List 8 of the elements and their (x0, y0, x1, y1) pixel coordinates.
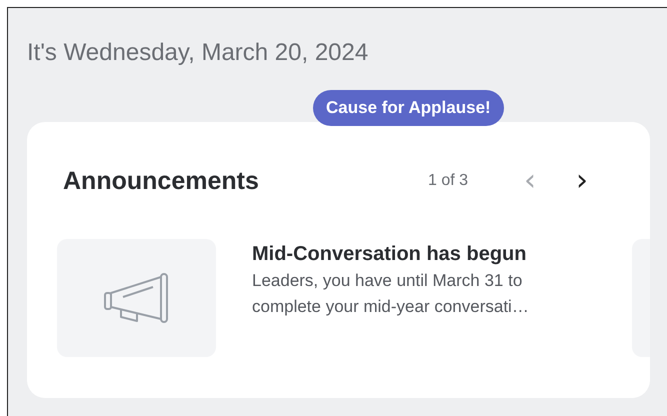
card-title: Announcements (63, 166, 260, 196)
date-heading: It's Wednesday, March 20, 2024 (27, 38, 370, 68)
megaphone-icon (102, 271, 170, 325)
next-button[interactable]: › (568, 166, 596, 196)
announcement-title[interactable]: Mid-Conversation has begun (252, 243, 596, 266)
announcement-text: Leaders, you have until March 31 to complete your mid-year conversati… (252, 270, 530, 318)
applause-badge[interactable]: Cause for Applause! (313, 90, 504, 126)
page-counter: 1 of 3 (428, 172, 468, 190)
